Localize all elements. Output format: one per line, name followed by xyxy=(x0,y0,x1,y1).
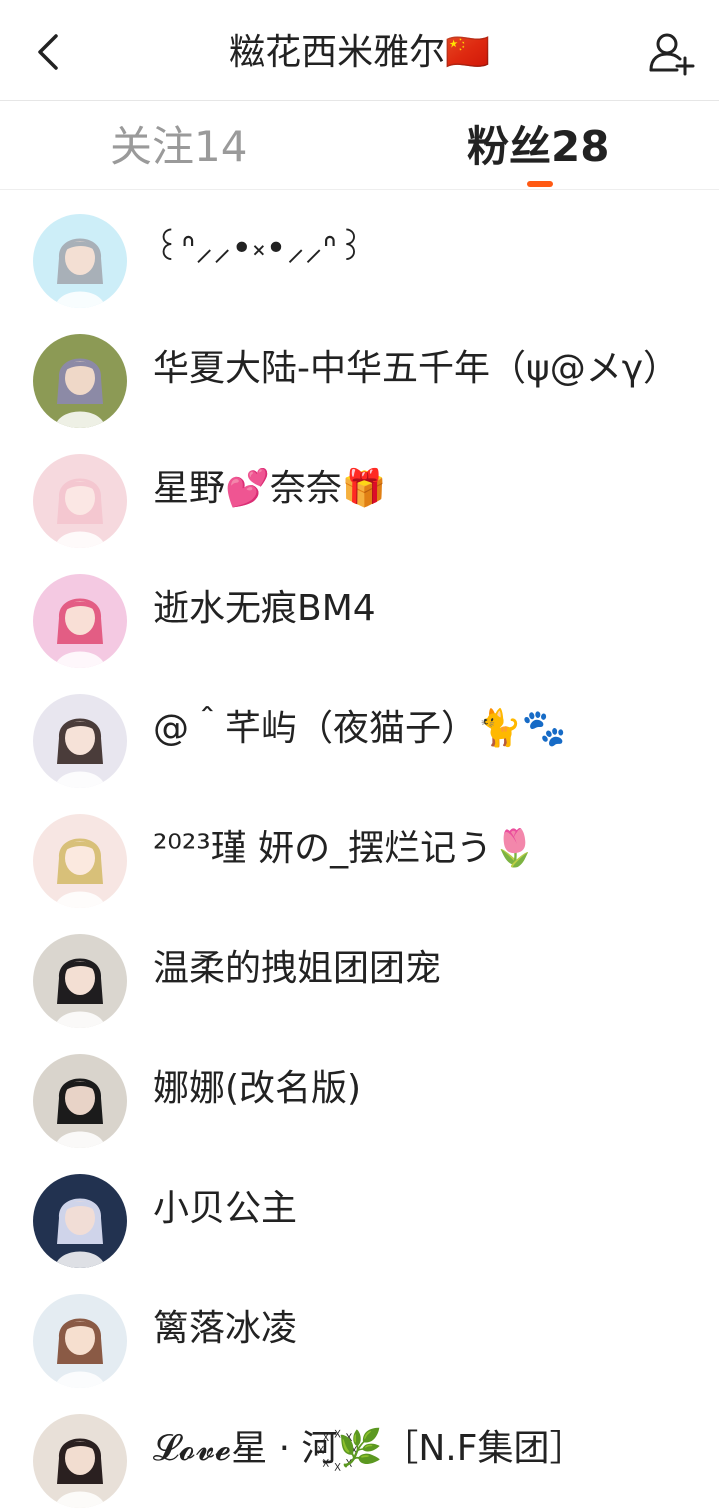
follower-list-item[interactable]: 华夏大陆-中华五千年（ψ@メγ） xyxy=(0,310,719,430)
avatar[interactable] xyxy=(33,334,127,428)
avatar[interactable] xyxy=(33,214,127,308)
avatar[interactable] xyxy=(33,1054,127,1148)
follower-list-item[interactable]: 篱落冰凌 xyxy=(0,1270,719,1390)
active-tab-indicator xyxy=(527,181,553,187)
follower-name: 小贝公主 xyxy=(153,1188,298,1229)
follower-name: 𝓛𝓸𝓿𝓮星 · 河꙰🌿［N.F集团］ xyxy=(153,1428,586,1469)
avatar[interactable] xyxy=(33,694,127,788)
follower-list-item[interactable]: ²⁰²³瑾 妍の_摆烂记う🌷 xyxy=(0,790,719,910)
avatar[interactable] xyxy=(33,574,127,668)
follower-list-item[interactable]: @＾芊屿（夜猫子）🐈🐾 xyxy=(0,670,719,790)
follower-name: ꒰ᐢ⸝⸝•༝•⸝⸝ᐢ꒱ xyxy=(153,228,365,269)
avatar[interactable] xyxy=(33,1294,127,1388)
follower-list-item[interactable]: 小贝公主 xyxy=(0,1150,719,1270)
follower-name: ²⁰²³瑾 妍の_摆烂记う🌷 xyxy=(153,828,537,869)
follower-name: 娜娜(改名版) xyxy=(153,1068,362,1109)
follower-name: @＾芊屿（夜猫子）🐈🐾 xyxy=(153,708,567,749)
follower-list-item[interactable]: 娜娜(改名版) xyxy=(0,1030,719,1150)
tab-following[interactable]: 关注14 xyxy=(110,119,247,175)
tab-bar: 关注14 粉丝28 xyxy=(0,101,719,190)
page-title: 糍花西米雅尔🇨🇳 xyxy=(229,32,490,73)
follower-list-item[interactable]: ꒰ᐢ⸝⸝•༝•⸝⸝ᐢ꒱ xyxy=(0,190,719,310)
avatar[interactable] xyxy=(33,1414,127,1508)
follower-name: 温柔的拽姐团团宠 xyxy=(153,948,442,989)
follower-list-item[interactable]: 𝓛𝓸𝓿𝓮星 · 河꙰🌿［N.F集团］ xyxy=(0,1390,719,1510)
follower-list-item[interactable]: 温柔的拽姐团团宠 xyxy=(0,910,719,1030)
follower-name: 篱落冰凌 xyxy=(153,1308,298,1349)
follower-name: 星野💕奈奈🎁 xyxy=(153,468,387,509)
avatar[interactable] xyxy=(33,814,127,908)
tab-fans[interactable]: 粉丝28 xyxy=(467,119,609,175)
follower-list-item[interactable]: 逝水无痕BM4 xyxy=(0,550,719,670)
avatar[interactable] xyxy=(33,934,127,1028)
avatar[interactable] xyxy=(33,1174,127,1268)
follower-name: 华夏大陆-中华五千年（ψ@メγ） xyxy=(153,348,680,389)
follower-list-item[interactable]: 星野💕奈奈🎁 xyxy=(0,430,719,550)
avatar[interactable] xyxy=(33,454,127,548)
follower-name: 逝水无痕BM4 xyxy=(153,588,376,629)
follower-list: ꒰ᐢ⸝⸝•༝•⸝⸝ᐢ꒱ 华夏大陆-中华五千年（ψ@メγ） 星野💕奈奈🎁 逝水无痕BM4… xyxy=(0,190,719,1510)
add-user-icon[interactable] xyxy=(647,28,697,78)
top-bar: 糍花西米雅尔🇨🇳 xyxy=(0,0,719,101)
